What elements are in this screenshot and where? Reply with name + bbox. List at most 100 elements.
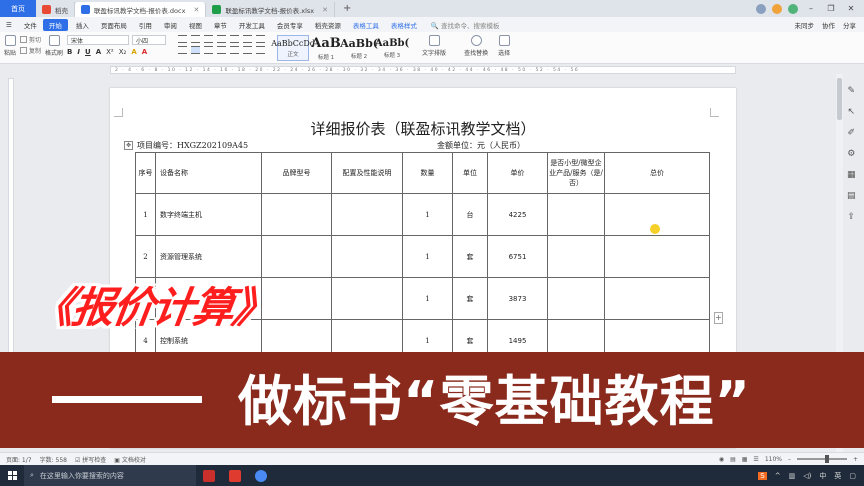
theme-icon[interactable] <box>756 3 766 14</box>
minimize-button[interactable]: – <box>804 4 818 13</box>
distributed-icon[interactable] <box>230 46 240 54</box>
align-left-icon[interactable] <box>178 46 188 54</box>
cell-unit[interactable]: 套 <box>452 235 488 278</box>
select-button[interactable]: 选择 <box>498 35 510 57</box>
sync-status[interactable]: 未同步 <box>795 20 815 30</box>
close-icon[interactable]: ✕ <box>322 6 328 14</box>
share-button[interactable]: 分享 <box>843 20 856 30</box>
web-view-icon[interactable]: ▦ <box>742 456 748 463</box>
notification-icon[interactable]: ▢ <box>849 472 856 480</box>
align-right-icon[interactable] <box>204 46 214 54</box>
cell-config[interactable] <box>331 277 403 320</box>
page-count[interactable]: 页面: 1/7 <box>6 455 32 464</box>
bold-button[interactable]: B <box>67 48 72 56</box>
close-window-button[interactable]: ✕ <box>844 4 858 13</box>
copy-button[interactable]: 复制 <box>20 46 41 55</box>
header-cell[interactable]: 设备名称 <box>155 152 262 194</box>
cell-price[interactable]: 6751 <box>487 235 548 278</box>
header-cell[interactable]: 数量 <box>402 152 453 194</box>
cell-unit[interactable]: 台 <box>452 193 488 236</box>
doc-proof[interactable]: ▣ 文档校对 <box>114 455 146 464</box>
cell-total[interactable] <box>604 277 710 320</box>
avatar[interactable] <box>788 3 798 14</box>
layout-icon[interactable]: ▦ <box>847 170 856 180</box>
cell-name[interactable]: 数字终端主机 <box>155 193 262 236</box>
find-replace-button[interactable]: 查找替换 <box>464 35 488 57</box>
word-count[interactable]: 字数: 558 <box>40 455 67 464</box>
superscript-button[interactable]: X² <box>106 48 114 56</box>
add-row-button[interactable]: + <box>714 312 723 324</box>
network-icon[interactable]: ▥ <box>789 472 796 480</box>
header-cell[interactable]: 总价 <box>604 152 710 194</box>
taskbar-app-media[interactable] <box>196 465 222 486</box>
header-cell[interactable]: 配置及性能说明 <box>331 152 403 194</box>
menu-member[interactable]: 会员专享 <box>271 20 309 30</box>
cursor-icon[interactable]: ↖ <box>847 107 855 117</box>
zoom-out-icon[interactable]: – <box>788 456 791 463</box>
restore-button[interactable]: ❐ <box>824 4 838 13</box>
zoom-level[interactable]: 110% <box>765 456 782 463</box>
paste-button[interactable]: 粘贴 <box>4 35 16 57</box>
menu-review[interactable]: 审阅 <box>158 20 183 30</box>
cell-brand[interactable] <box>261 193 332 236</box>
font-size-select[interactable]: 小四 <box>132 35 167 45</box>
horizontal-ruler[interactable]: 2 · 4 · 6 · 8 · 10 · 12 · 14 · 16 · 18 ·… <box>110 66 736 74</box>
tab-docx[interactable]: 联盈标讯教学文档-报价表.docx ✕ <box>75 2 207 17</box>
spell-check[interactable]: ☑ 拼写检查 <box>75 455 106 464</box>
font-name-select[interactable]: 宋体 <box>67 35 130 45</box>
close-icon[interactable]: ✕ <box>193 6 199 14</box>
cell-price[interactable]: 4225 <box>487 193 548 236</box>
header-cell[interactable]: 单价 <box>487 152 548 194</box>
cell-price[interactable]: 3873 <box>487 277 548 320</box>
sort-icon[interactable] <box>243 35 253 43</box>
collab-button[interactable]: 协作 <box>822 20 835 30</box>
chinese-layout-icon[interactable] <box>230 35 240 43</box>
skin-icon[interactable] <box>772 3 782 14</box>
cell-no[interactable]: 2 <box>135 235 156 278</box>
menu-icon[interactable]: ☰ <box>0 21 18 29</box>
cell-brand[interactable] <box>261 235 332 278</box>
subscript-button[interactable]: X₂ <box>119 48 127 56</box>
header-cell[interactable]: 序号 <box>135 152 156 194</box>
taskbar-app-wps[interactable] <box>222 465 248 486</box>
menu-layout[interactable]: 页面布局 <box>95 20 133 30</box>
cell-sme[interactable] <box>547 277 605 320</box>
tray-language[interactable]: 中 <box>819 471 826 481</box>
format-painter-button[interactable]: 格式刷 <box>45 35 63 57</box>
bullets-icon[interactable] <box>178 35 188 43</box>
page-view-icon[interactable]: ▤ <box>730 456 736 463</box>
cell-name[interactable]: 资源管理系统 <box>155 235 262 278</box>
cell-qty[interactable]: 1 <box>402 277 453 320</box>
menu-dev-tools[interactable]: 开发工具 <box>233 20 271 30</box>
cell-sme[interactable] <box>547 235 605 278</box>
underline-button[interactable]: U <box>85 48 91 56</box>
font-color-button[interactable]: A <box>142 48 147 56</box>
style-normal[interactable]: AaBbCcDd 正文 <box>271 35 315 61</box>
sliders-icon[interactable]: ⚙ <box>847 149 855 159</box>
cell-total[interactable] <box>604 235 710 278</box>
menu-view[interactable]: 视图 <box>183 20 208 30</box>
cell-unit[interactable]: 套 <box>452 277 488 320</box>
text-layout-button[interactable]: 文字排版 <box>422 35 446 57</box>
cell-no[interactable]: 1 <box>135 193 156 236</box>
menu-table-tools[interactable]: 表格工具 <box>347 20 385 30</box>
justify-icon[interactable] <box>217 46 227 54</box>
indent-icon[interactable] <box>217 35 227 43</box>
style-heading-1[interactable]: AaB 标题 1 <box>310 35 342 61</box>
menu-start[interactable]: 开始 <box>42 18 68 31</box>
cell-sme[interactable] <box>547 193 605 236</box>
home-tab[interactable]: 首页 <box>0 0 36 17</box>
outline-icon[interactable]: ☰ <box>753 456 758 463</box>
cell-qty[interactable]: 1 <box>402 235 453 278</box>
zoom-slider[interactable] <box>796 455 847 463</box>
pen-icon[interactable]: ✎ <box>847 86 855 96</box>
borders-icon[interactable] <box>256 46 266 54</box>
zoom-in-icon[interactable]: + <box>853 456 858 463</box>
cell-config[interactable] <box>331 193 403 236</box>
share-icon[interactable]: ⇪ <box>847 212 855 222</box>
show-marks-icon[interactable] <box>256 35 266 43</box>
tray-chevron-icon[interactable]: ^ <box>775 472 781 480</box>
numbering-icon[interactable] <box>191 35 201 43</box>
header-cell[interactable]: 单位 <box>452 152 488 194</box>
tray-ime-mode[interactable]: 英 <box>834 471 841 481</box>
